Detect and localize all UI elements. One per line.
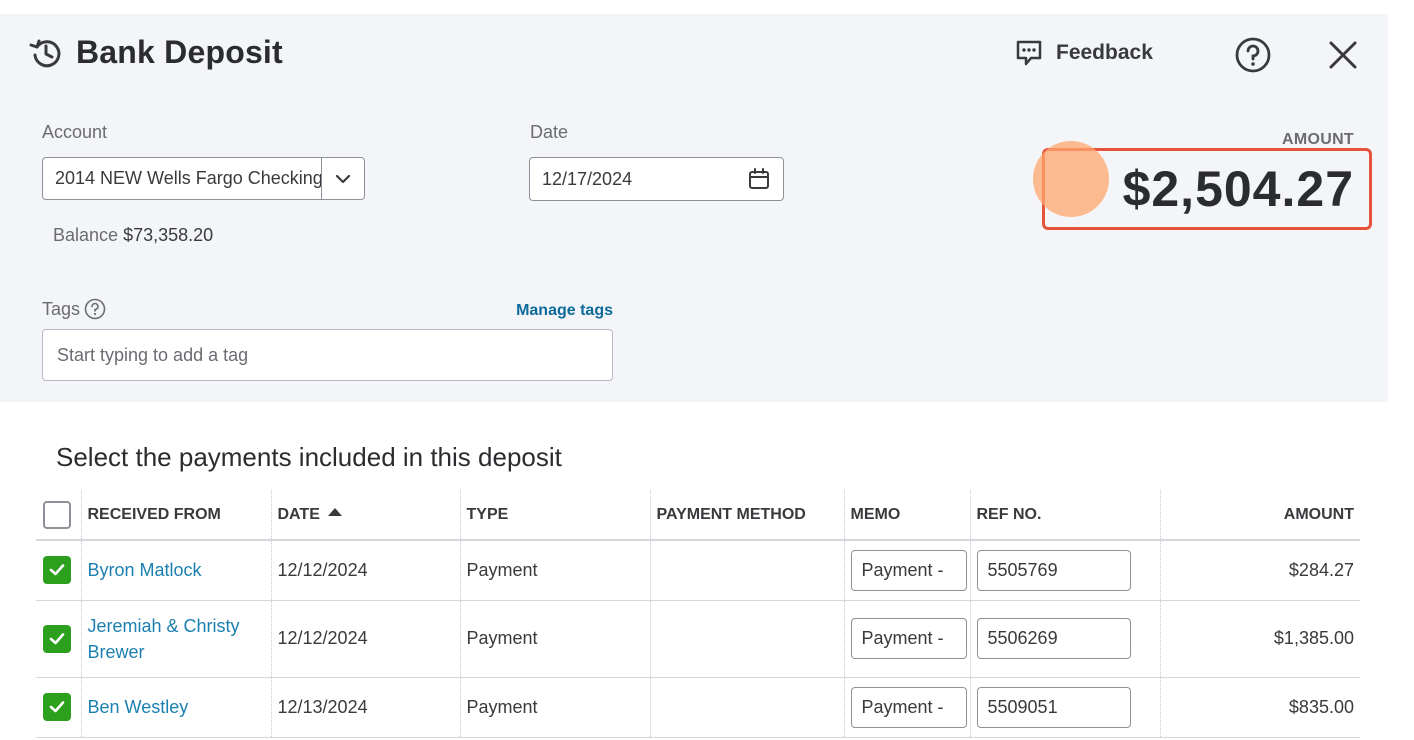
received-from-cell: Ben Westley [80,677,271,738]
chevron-down-icon [335,174,351,183]
click-indicator [1033,141,1109,217]
ref-no-input[interactable] [976,549,1131,591]
received-from-cell: Jeremiah & Christy Brewer [80,600,271,678]
payments-table: RECEIVED FROM DATE TYPE PAYMENT METHOD M… [36,490,1360,738]
table-header-row: RECEIVED FROM DATE TYPE PAYMENT METHOD M… [36,490,1360,541]
date-cell: 12/12/2024 [270,600,460,678]
customer-link[interactable]: Jeremiah & Christy Brewer [88,613,271,665]
select-all-checkbox[interactable] [43,500,71,529]
date-label: Date [530,122,569,142]
date-value: 12/17/2024 [542,168,633,189]
account-select[interactable]: 2014 NEW Wells Fargo Checking [42,157,365,200]
memo-cell [843,600,970,678]
type-cell: Payment [459,600,650,678]
amount-cell: $1,385.00 [1159,600,1360,678]
sort-ascending-icon [327,508,342,517]
tags-label-group: Tags [42,298,106,320]
balance-label: Balance [53,225,119,245]
row-checkbox[interactable] [43,624,71,653]
amount-cell: $835.00 [1159,677,1360,738]
date-input[interactable]: 12/17/2024 [529,157,784,201]
question-circle-icon[interactable] [84,298,106,320]
ref-no-input[interactable] [976,686,1131,728]
customer-link[interactable]: Ben Westley [88,694,189,720]
question-circle-icon[interactable] [1234,36,1272,74]
table-row: Jeremiah & Christy Brewer 12/12/2024 Pay… [36,600,1360,678]
tags-label: Tags [42,298,81,319]
page-header: Bank Deposit [28,34,283,71]
feedback-button[interactable]: Feedback [1014,38,1153,68]
ref-no-cell [969,677,1160,738]
date-cell: 12/13/2024 [270,677,460,738]
customer-link[interactable]: Byron Matlock [88,557,202,583]
account-value: 2014 NEW Wells Fargo Checking [55,168,321,188]
memo-cell [843,677,970,738]
memo-input[interactable] [850,549,967,591]
row-select-cell [36,540,81,601]
column-header-ref-no[interactable]: REF NO. [969,490,1160,541]
tags-input[interactable] [42,329,613,381]
memo-cell [843,540,970,601]
calendar-icon[interactable] [747,167,771,191]
column-header-type[interactable]: TYPE [459,490,650,541]
column-header-date-label: DATE [277,505,320,523]
account-label: Account [42,122,108,142]
table-row: Ben Westley 12/13/2024 Payment $835.00 [36,677,1360,738]
checkmark-icon [49,564,65,576]
checkmark-icon [49,632,65,644]
payment-method-cell[interactable] [649,540,844,601]
column-header-amount[interactable]: AMOUNT [1159,490,1360,541]
manage-tags-link[interactable]: Manage tags [440,302,613,320]
account-dropdown-toggle[interactable] [322,158,364,199]
payment-method-cell[interactable] [649,600,844,678]
history-icon [29,39,61,67]
select-all-cell [36,490,81,541]
payments-section-title: Select the payments included in this dep… [56,442,562,472]
ref-no-cell [969,600,1160,678]
speech-bubble-icon [1016,40,1042,66]
type-cell: Payment [459,540,650,601]
row-checkbox[interactable] [43,693,71,721]
amount-cell: $284.27 [1159,540,1360,601]
ref-no-cell [969,540,1160,601]
close-icon[interactable] [1326,38,1360,72]
column-header-memo[interactable]: MEMO [843,490,970,541]
column-header-date[interactable]: DATE [270,490,460,541]
memo-input[interactable] [850,618,967,659]
ref-no-input[interactable] [976,618,1131,659]
balance-value: $73,358.20 [123,225,214,245]
table-row: Byron Matlock 12/12/2024 Payment $284.27 [36,540,1360,601]
page-title: Bank Deposit [76,34,283,70]
row-checkbox[interactable] [43,556,71,585]
feedback-label: Feedback [1056,41,1153,64]
row-select-cell [36,677,81,738]
memo-input[interactable] [850,686,967,728]
checkmark-icon [49,701,65,713]
account-balance: Balance $73,358.20 [53,225,213,246]
row-select-cell [36,600,81,678]
payment-method-cell[interactable] [649,677,844,738]
amount-label: AMOUNT [1281,131,1354,148]
received-from-cell: Byron Matlock [80,540,271,601]
date-cell: 12/12/2024 [270,540,460,601]
type-cell: Payment [459,677,650,738]
column-header-received-from[interactable]: RECEIVED FROM [80,490,271,541]
column-header-payment-method[interactable]: PAYMENT METHOD [649,490,844,541]
